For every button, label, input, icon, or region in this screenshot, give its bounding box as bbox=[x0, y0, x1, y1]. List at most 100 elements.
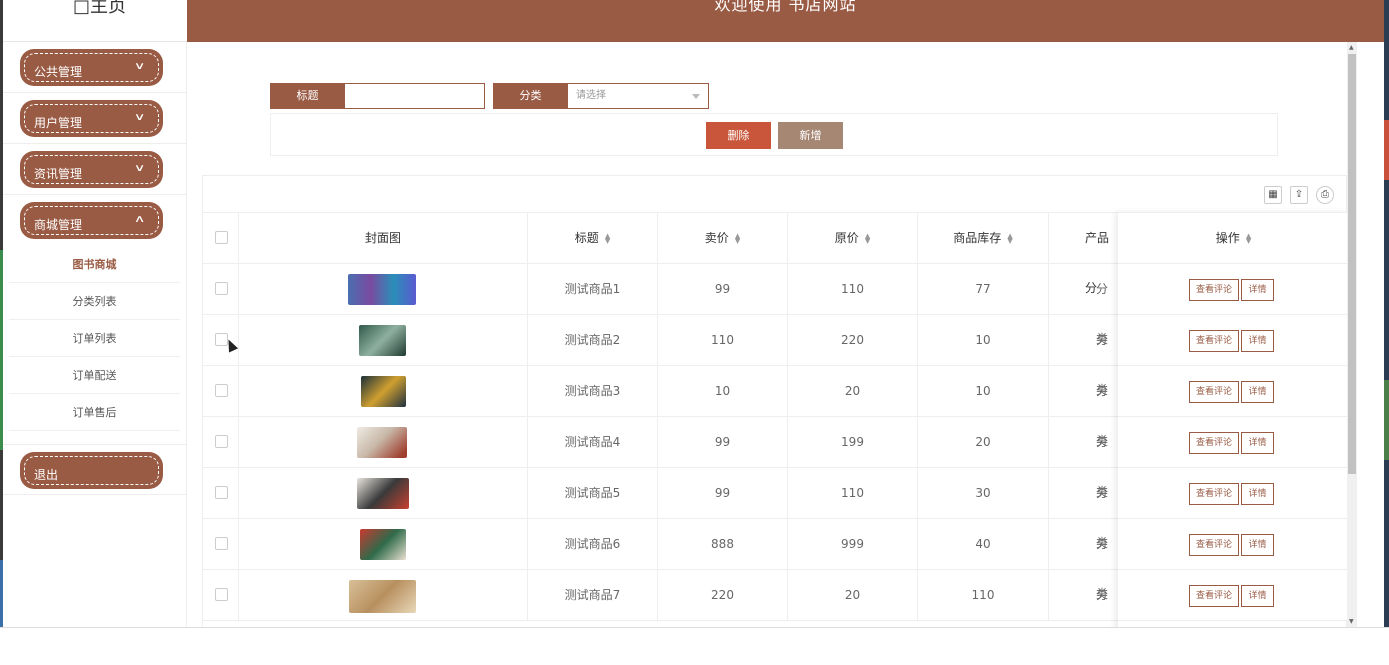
row-checkbox[interactable] bbox=[215, 282, 228, 295]
sidebar-item-after-sales[interactable]: 订单售后 bbox=[9, 394, 180, 431]
table-header: 封面图 标题 ▲ ▼ 卖价 ▲ ▼ 原价 ▲ ▼ 商品库存 ▲ ▼ 产品分 操作 ▲ ▼ bbox=[203, 212, 1347, 295]
detail-button[interactable]: 详情 bbox=[1241, 330, 1274, 352]
column-header-title[interactable]: 标题 ▲ ▼ bbox=[528, 213, 658, 263]
row-checkbox[interactable] bbox=[215, 486, 228, 499]
category-select[interactable]: 请选择 bbox=[568, 83, 709, 109]
sidebar-item-book-store[interactable]: 图书商城 bbox=[9, 246, 180, 283]
sidebar-item-order-list[interactable]: 订单列表 bbox=[9, 320, 180, 357]
stock-cell: 40 bbox=[918, 519, 1049, 569]
table-row: 测试商品5 99 110 30 分类 查看评论 详情 bbox=[203, 468, 1347, 550]
row-checkbox[interactable] bbox=[215, 588, 228, 601]
view-reviews-button[interactable]: 查看评论 bbox=[1189, 483, 1239, 505]
logo-text: □主页 bbox=[73, 0, 127, 17]
cover-cell bbox=[239, 519, 528, 569]
add-button[interactable]: 新增 bbox=[778, 122, 843, 149]
print-icon[interactable]: ⎙ bbox=[1316, 186, 1334, 204]
original-price-cell: 110 bbox=[788, 468, 918, 518]
actions-cell: 查看评论 详情 bbox=[1119, 264, 1347, 314]
menu-public-button[interactable]: 公共管理 ∨ bbox=[20, 49, 163, 86]
detail-button[interactable]: 详情 bbox=[1241, 279, 1274, 301]
category-select-placeholder: 请选择 bbox=[576, 90, 606, 101]
bottom-area bbox=[0, 627, 1389, 665]
menu-shop-button[interactable]: 商城管理 ∧ bbox=[20, 202, 163, 239]
row-checkbox-cell bbox=[203, 519, 239, 569]
chevron-down-icon: ∨ bbox=[133, 61, 146, 72]
row-checkbox[interactable] bbox=[215, 435, 228, 448]
sidebar-item-order-delivery[interactable]: 订单配送 bbox=[9, 357, 180, 394]
view-reviews-button[interactable]: 查看评论 bbox=[1189, 330, 1239, 352]
view-reviews-button[interactable]: 查看评论 bbox=[1189, 279, 1239, 301]
app-window: □主页 欢迎使用 书店网站 公共管理 ∨ 用户管理 ∨ 资讯管理 ∨ 商城管理 … bbox=[0, 0, 1389, 665]
row-checkbox[interactable] bbox=[215, 537, 228, 550]
sidebar-item-category-list[interactable]: 分类列表 bbox=[9, 283, 180, 320]
select-all-checkbox[interactable] bbox=[215, 231, 228, 244]
row-checkbox[interactable] bbox=[215, 384, 228, 397]
actions-cell: 查看评论 详情 bbox=[1119, 570, 1347, 620]
sort-icon[interactable]: ▲ ▼ bbox=[1246, 232, 1251, 244]
view-reviews-button[interactable]: 查看评论 bbox=[1189, 381, 1239, 403]
menu-news-button[interactable]: 资讯管理 ∨ bbox=[20, 151, 163, 188]
price-cell: 10 bbox=[658, 366, 788, 416]
menu-label: 商城管理 bbox=[34, 218, 83, 232]
caret-down-icon bbox=[692, 94, 700, 99]
sort-icon[interactable]: ▲ ▼ bbox=[865, 232, 870, 244]
sort-icon[interactable]: ▲ ▼ bbox=[735, 232, 740, 244]
detail-button[interactable]: 详情 bbox=[1241, 534, 1274, 556]
cover-cell bbox=[239, 468, 528, 518]
original-price-cell: 20 bbox=[788, 366, 918, 416]
column-header-stock[interactable]: 商品库存 ▲ ▼ bbox=[918, 213, 1049, 263]
book-cover-image bbox=[348, 274, 416, 305]
menu-user-button[interactable]: 用户管理 ∨ bbox=[20, 100, 163, 137]
logout-button[interactable]: 退出 bbox=[20, 452, 163, 489]
shop-submenu: 图书商城 分类列表 订单列表 订单配送 订单售后 bbox=[3, 246, 186, 431]
vertical-scrollbar[interactable]: ▲ ▼ bbox=[1347, 42, 1357, 627]
table-row: 测试商品1 99 110 77 分类 查看评论 详情 bbox=[203, 264, 1347, 346]
title-search-input[interactable] bbox=[345, 83, 485, 109]
chevron-up-icon: ∧ bbox=[133, 214, 146, 225]
stock-cell: 110 bbox=[918, 570, 1049, 620]
columns-icon[interactable]: ▦ bbox=[1264, 186, 1282, 204]
detail-button[interactable]: 详情 bbox=[1241, 483, 1274, 505]
scrollbar-thumb[interactable] bbox=[1348, 54, 1356, 474]
view-reviews-button[interactable]: 查看评论 bbox=[1189, 432, 1239, 454]
actions-cell: 查看评论 详情 bbox=[1119, 366, 1347, 416]
row-checkbox-cell bbox=[203, 570, 239, 620]
row-checkbox-cell bbox=[203, 468, 239, 518]
detail-button[interactable]: 详情 bbox=[1241, 585, 1274, 607]
sort-icon[interactable]: ▲ ▼ bbox=[605, 232, 610, 244]
column-header-price[interactable]: 卖价 ▲ ▼ bbox=[658, 213, 788, 263]
sidebar: 公共管理 ∨ 用户管理 ∨ 资讯管理 ∨ 商城管理 ∧ 图书商城 分类列表 订单… bbox=[3, 42, 187, 627]
view-reviews-button[interactable]: 查看评论 bbox=[1189, 534, 1239, 556]
detail-button[interactable]: 详情 bbox=[1241, 432, 1274, 454]
book-cover-image bbox=[357, 478, 409, 509]
title-cell: 测试商品3 bbox=[528, 366, 658, 416]
cover-cell bbox=[239, 570, 528, 620]
scroll-down-icon[interactable]: ▼ bbox=[1349, 618, 1354, 625]
book-cover-image bbox=[359, 325, 406, 356]
sort-icon[interactable]: ▲ ▼ bbox=[1007, 232, 1012, 244]
column-header-original-price[interactable]: 原价 ▲ ▼ bbox=[788, 213, 918, 263]
title-cell: 测试商品1 bbox=[528, 264, 658, 314]
delete-button[interactable]: 删除 bbox=[706, 122, 771, 149]
logo-area: □主页 bbox=[3, 0, 187, 42]
price-cell: 99 bbox=[658, 417, 788, 467]
title-cell: 测试商品2 bbox=[528, 315, 658, 365]
category-cell: 分类 bbox=[1096, 588, 1109, 602]
export-icon[interactable]: ⇪ bbox=[1290, 186, 1308, 204]
top-header: 欢迎使用 书店网站 bbox=[187, 0, 1384, 42]
view-reviews-button[interactable]: 查看评论 bbox=[1189, 585, 1239, 607]
price-cell: 99 bbox=[658, 468, 788, 518]
menu-block-public: 公共管理 ∨ bbox=[3, 42, 186, 93]
scroll-up-icon[interactable]: ▲ bbox=[1349, 44, 1354, 51]
book-cover-image bbox=[357, 427, 407, 458]
chevron-down-icon: ∨ bbox=[133, 112, 146, 123]
actions-cell: 查看评论 详情 bbox=[1119, 468, 1347, 518]
original-price-cell: 199 bbox=[788, 417, 918, 467]
column-header-actions: 操作 ▲ ▼ bbox=[1119, 213, 1347, 263]
action-bar: 删除 新增 bbox=[270, 113, 1278, 156]
detail-button[interactable]: 详情 bbox=[1241, 381, 1274, 403]
category-cell: 分类 bbox=[1096, 537, 1109, 601]
column-header-cover: 封面图 bbox=[239, 213, 528, 263]
title-search-label: 标题 bbox=[270, 83, 345, 109]
logout-label: 退出 bbox=[34, 468, 59, 482]
